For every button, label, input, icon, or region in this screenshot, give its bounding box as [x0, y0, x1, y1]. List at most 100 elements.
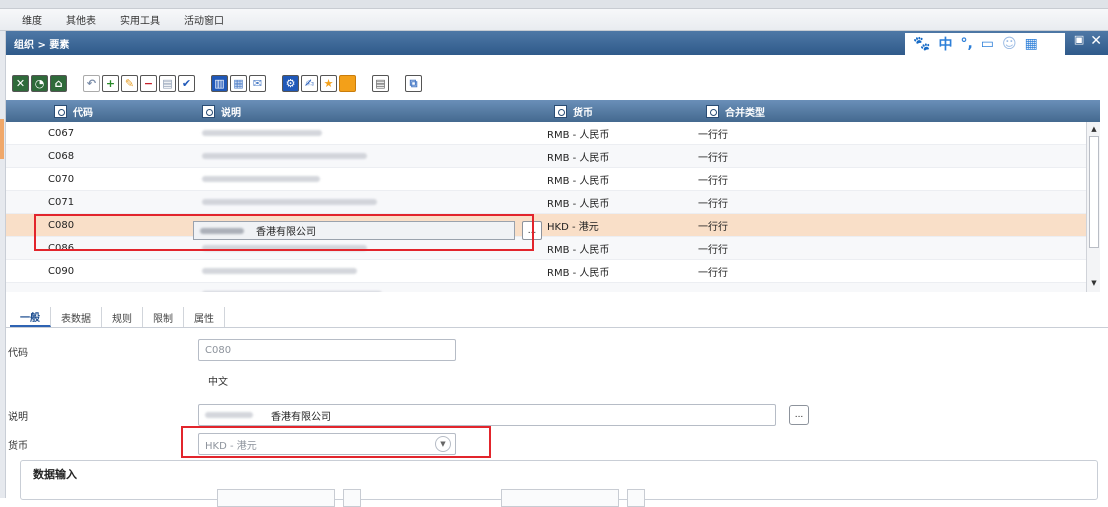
- table-row[interactable]: C070 RMB - 人民币 一行行: [6, 168, 1086, 191]
- row-desc-redacted: [202, 260, 357, 282]
- start-date-field[interactable]: [217, 489, 335, 507]
- scroll-up-icon[interactable]: ▲: [1089, 124, 1099, 134]
- row-type: 一行行: [698, 244, 728, 256]
- table-row[interactable]: C067 RMB - 人民币 一行行: [6, 122, 1086, 145]
- data-entry-title: 数据输入: [33, 468, 77, 481]
- menu-other-tables[interactable]: 其他表: [66, 12, 96, 27]
- end-date-picker-icon[interactable]: [627, 489, 645, 507]
- row-currency: HKD - 港元: [547, 221, 599, 233]
- row-type: 一行行: [698, 198, 728, 210]
- row-code: C070: [48, 173, 75, 185]
- wrench-icon[interactable]: ✍: [301, 74, 318, 92]
- tab-general[interactable]: 一般: [10, 307, 51, 327]
- row-type: 一行行: [698, 221, 728, 233]
- menu-bar: 维度 其他表 实用工具 活动窗口: [0, 9, 1108, 31]
- restore-icon[interactable]: ▣: [1074, 33, 1084, 49]
- grid-scrollbar[interactable]: ▲ ▼: [1086, 122, 1100, 292]
- col-header-code[interactable]: 代码: [54, 100, 93, 122]
- language-label: 中文: [208, 377, 228, 388]
- column-search-icon[interactable]: [706, 104, 719, 118]
- row-code: C071: [48, 196, 75, 208]
- tab-table-data[interactable]: 表数据: [51, 307, 102, 327]
- col-header-consolidation-type[interactable]: 合并类型: [706, 100, 765, 122]
- chart-icon[interactable]: ◔: [31, 74, 48, 92]
- row-desc-redacted: [202, 122, 322, 144]
- code-label: 代码: [8, 348, 28, 359]
- column-search-icon[interactable]: [202, 104, 215, 118]
- menu-utilities[interactable]: 实用工具: [120, 12, 160, 27]
- column-search-icon[interactable]: [554, 104, 567, 118]
- col-header-desc[interactable]: 说明: [202, 100, 241, 122]
- menu-dimension[interactable]: 维度: [22, 12, 42, 27]
- favorite-icon[interactable]: ★: [320, 74, 337, 92]
- ime-lang-indicator[interactable]: 中: [938, 34, 952, 54]
- start-date-picker-icon[interactable]: [343, 489, 361, 507]
- ime-punct-indicator[interactable]: °,: [960, 36, 972, 52]
- row-currency: RMB - 人民币: [547, 198, 610, 210]
- row-type: 一行行: [698, 175, 728, 187]
- row-desc-redacted: [202, 168, 320, 190]
- tab-rules[interactable]: 规则: [102, 307, 143, 327]
- settings-icon[interactable]: ⚙: [282, 74, 299, 92]
- desc-field-value: 香港有限公司: [271, 411, 331, 423]
- confirm-icon[interactable]: ✔: [178, 74, 195, 92]
- row-currency: RMB - 人民币: [547, 175, 610, 187]
- scroll-down-icon[interactable]: ▼: [1089, 278, 1099, 288]
- edit-icon[interactable]: ✎: [121, 74, 138, 92]
- orange-block-icon[interactable]: [339, 74, 356, 92]
- desc-ellipsis-button[interactable]: ...: [789, 405, 809, 425]
- row-type: 一行行: [698, 129, 728, 141]
- delete-icon[interactable]: −: [140, 74, 157, 92]
- column-search-icon[interactable]: [54, 104, 67, 118]
- layout-icon[interactable]: ▥: [211, 74, 228, 92]
- document-icon[interactable]: ▤: [372, 74, 389, 92]
- table-row[interactable]: C090 RMB - 人民币 一行行: [6, 260, 1086, 283]
- row-currency: RMB - 人民币: [547, 267, 610, 279]
- paw-icon[interactable]: 🐾: [913, 36, 930, 52]
- scroll-thumb[interactable]: [1089, 136, 1099, 248]
- window-title: 组织 > 要素: [14, 39, 70, 51]
- window-controls: ▣ ✕: [1074, 33, 1102, 49]
- ime-toolbar[interactable]: 🐾 中 °, ▭ ☺ ▦: [905, 33, 1065, 55]
- save-icon[interactable]: ▤: [159, 74, 176, 92]
- row-code: C067: [48, 127, 75, 139]
- row-type: 一行行: [698, 267, 728, 279]
- desc-field-redacted: [205, 412, 253, 418]
- ime-grid-icon[interactable]: ▦: [1025, 36, 1038, 52]
- grid-body: C067 RMB - 人民币 一行行 C068 RMB - 人民币 一行行 C0…: [6, 122, 1086, 292]
- data-entry-section: 数据输入: [20, 460, 1098, 507]
- row-code: C090: [48, 265, 75, 277]
- table-row[interactable]: C071 RMB - 人民币 一行行: [6, 191, 1086, 214]
- row-desc-redacted: [202, 191, 377, 213]
- highlight-box-currency: [181, 426, 491, 458]
- currency-label: 货币: [8, 441, 28, 452]
- close-icon[interactable]: ✕: [1090, 33, 1102, 49]
- code-field[interactable]: C080: [198, 339, 456, 361]
- add-icon[interactable]: +: [102, 74, 119, 92]
- copy-icon[interactable]: ⧉: [405, 74, 422, 92]
- tab-restrictions[interactable]: 限制: [143, 307, 184, 327]
- ime-user-icon[interactable]: ☺: [1002, 36, 1017, 52]
- row-currency: RMB - 人民币: [547, 244, 610, 256]
- table-row[interactable]: C068 RMB - 人民币 一行行: [6, 145, 1086, 168]
- home-icon[interactable]: ⌂: [50, 74, 67, 92]
- table-row-partial[interactable]: [6, 283, 1086, 292]
- columns-icon[interactable]: ▦: [230, 74, 247, 92]
- desc-field[interactable]: 香港有限公司: [198, 404, 776, 426]
- undo-icon[interactable]: ↶: [83, 74, 100, 92]
- tab-properties[interactable]: 属性: [184, 307, 225, 327]
- row-type: 一行行: [698, 152, 728, 164]
- ime-keyboard-icon[interactable]: ▭: [981, 36, 994, 52]
- row-desc-redacted: [202, 283, 382, 292]
- row-desc-redacted: [202, 145, 367, 167]
- highlight-box-row: [34, 214, 534, 251]
- col-header-currency[interactable]: 货币: [554, 100, 593, 122]
- row-currency: RMB - 人民币: [547, 152, 610, 164]
- excel-export-icon[interactable]: ✕: [12, 74, 29, 92]
- row-currency: RMB - 人民币: [547, 129, 610, 141]
- desc-label: 说明: [8, 412, 28, 423]
- menu-active-window[interactable]: 活动窗口: [184, 12, 224, 27]
- top-strip: [0, 0, 1108, 9]
- note-icon[interactable]: ✉: [249, 74, 266, 92]
- end-date-field[interactable]: [501, 489, 619, 507]
